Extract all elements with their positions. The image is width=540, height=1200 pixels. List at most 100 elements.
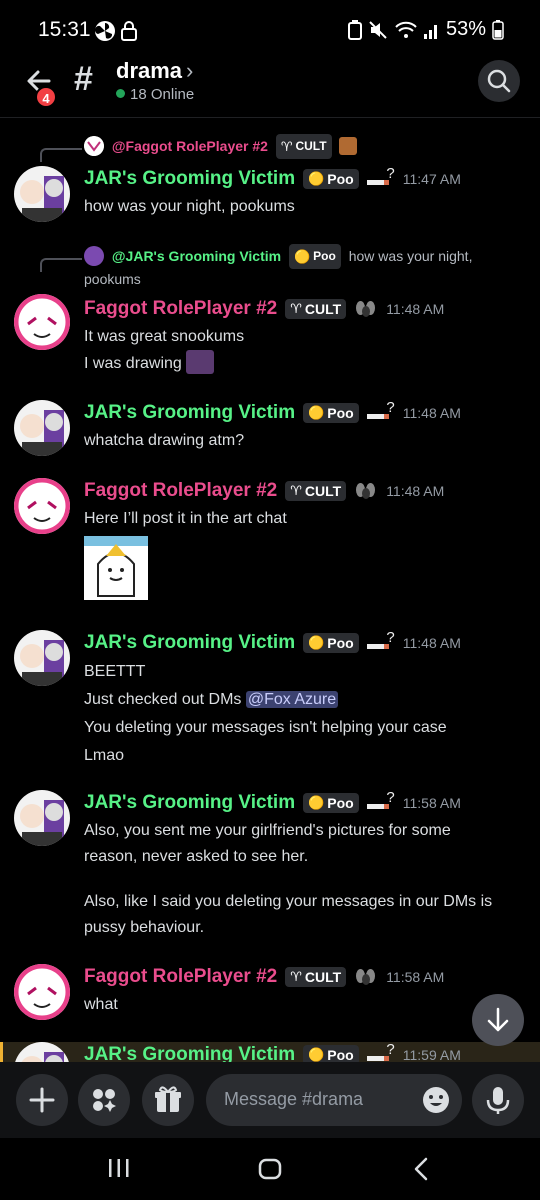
message-text: what: [84, 996, 118, 1013]
reply-preview[interactable]: @JAR's Grooming Victim 🟡 Poo how was your…: [84, 244, 524, 290]
cigarette-question-icon: ?: [366, 789, 395, 813]
message-text: Also, you sent me your girlfriend's pict…: [84, 822, 493, 936]
message-header: JAR's Grooming Victim 🟡 Poo ? 11:59 AM: [84, 1041, 461, 1062]
goat-emoji-icon: ♈: [290, 969, 302, 984]
reply-author: @Faggot RolePlayer #2: [111, 138, 268, 154]
add-button[interactable]: [16, 1074, 68, 1126]
drawing-emoji-icon: [186, 349, 215, 374]
fly-emoji-icon: [354, 481, 378, 501]
status-bar: 15:31 53%: [0, 0, 540, 56]
timestamp: 11:58 AM: [402, 795, 461, 811]
poo-emoji-icon: 🟡: [308, 635, 325, 650]
username[interactable]: Faggot RolePlayer #2: [84, 966, 277, 988]
wifi-icon: [395, 21, 417, 38]
fly-emoji-icon: [354, 967, 378, 987]
chevron-right-icon[interactable]: ›: [186, 58, 193, 84]
apps-icon: [93, 1089, 116, 1112]
home-icon[interactable]: [256, 1156, 284, 1182]
unread-badge: 4: [35, 86, 57, 108]
poo-tag: 🟡 Poo: [303, 169, 359, 189]
jump-to-bottom-button[interactable]: [472, 994, 524, 1046]
username[interactable]: JAR's Grooming Victim: [84, 402, 295, 424]
cult-tag: ♈ CULT: [285, 481, 347, 501]
poo-emoji-icon: 🟡: [308, 171, 325, 186]
username[interactable]: Faggot RolePlayer #2: [84, 298, 277, 320]
poo-tag: 🟡 Poo: [303, 403, 359, 423]
channel-header: 4 # drama › 18 Online: [0, 56, 540, 118]
message-list[interactable]: @Faggot RolePlayer #2 ♈ CULT JAR's Groomi…: [0, 118, 540, 1062]
reply-preview[interactable]: @Faggot RolePlayer #2 ♈ CULT: [84, 134, 358, 159]
goat-emoji-icon: ♈: [280, 139, 293, 154]
cigarette-question-icon: ?: [366, 165, 395, 189]
message-text: whatcha drawing atm?: [84, 432, 245, 449]
timestamp: 11:48 AM: [402, 635, 461, 651]
nav-back-icon[interactable]: [410, 1156, 434, 1182]
status-time: 15:31: [38, 18, 91, 41]
lock-icon: [121, 21, 137, 41]
message-header: Faggot RolePlayer #2 ♈ CULT 11:58 AM: [84, 966, 444, 988]
message-header: JAR's Grooming Victim 🟡 Poo ? 11:48 AM: [84, 629, 461, 654]
message-composer: Message #drama: [0, 1062, 540, 1138]
emoji-icon[interactable]: [420, 1084, 452, 1116]
avatar[interactable]: [14, 964, 70, 1020]
message-text: It was great snookums I was drawing: [84, 328, 245, 374]
message-header: JAR's Grooming Victim 🟡 Poo ? 11:48 AM: [84, 399, 461, 424]
cat-emoji-icon: [339, 137, 358, 155]
image-attachment[interactable]: [84, 536, 148, 600]
avatar[interactable]: [14, 478, 70, 534]
avatar[interactable]: [14, 166, 70, 222]
voice-button[interactable]: [472, 1074, 524, 1126]
avatar[interactable]: [14, 790, 70, 846]
username[interactable]: JAR's Grooming Victim: [84, 792, 295, 814]
timestamp: 11:59 AM: [402, 1047, 461, 1062]
cigarette-question-icon: ?: [366, 629, 395, 653]
message-text: BEETTT Just checked out DMs @Fox Azure Y…: [84, 663, 447, 764]
online-count: 18 Online: [116, 86, 194, 103]
cult-tag: ♈ CULT: [285, 967, 347, 987]
username[interactable]: JAR's Grooming Victim: [84, 168, 295, 190]
channel-name[interactable]: drama: [116, 58, 182, 84]
message-input[interactable]: Message #drama: [206, 1074, 462, 1126]
avatar[interactable]: [14, 400, 70, 456]
message-header: Faggot RolePlayer #2 ♈ CULT 11:48 AM: [84, 480, 444, 502]
status-right: 53%: [347, 18, 504, 41]
fly-emoji-icon: [354, 299, 378, 319]
timestamp: 11:48 AM: [402, 405, 461, 421]
username[interactable]: JAR's Grooming Victim: [84, 632, 295, 654]
user-mention[interactable]: @Fox Azure: [245, 691, 339, 708]
poo-emoji-icon: 🟡: [293, 249, 311, 264]
search-icon: [487, 69, 511, 93]
poo-tag: 🟡 Poo: [303, 793, 359, 813]
message-header: Faggot RolePlayer #2 ♈ CULT 11:48 AM: [84, 298, 444, 320]
cigarette-question-icon: ?: [366, 399, 395, 423]
message-text: how was your night, pookums: [84, 198, 295, 215]
reply-connector: [40, 258, 82, 272]
timestamp: 11:47 AM: [402, 171, 461, 187]
signal-icon: [423, 24, 437, 39]
battery-percent: 53%: [445, 18, 486, 40]
avatar[interactable]: [14, 630, 70, 686]
battery-saver-icon: [347, 19, 362, 40]
username[interactable]: Faggot RolePlayer #2: [84, 480, 277, 502]
poo-emoji-icon: 🟡: [308, 405, 325, 420]
mute-icon: [369, 20, 387, 39]
avatar-mini: [84, 136, 104, 156]
apps-button[interactable]: [78, 1074, 130, 1126]
arrow-down-icon: [487, 1007, 509, 1032]
online-dot-icon: [116, 89, 125, 98]
search-button[interactable]: [478, 60, 520, 102]
poo-emoji-icon: 🟡: [308, 1047, 325, 1062]
cult-tag: ♈ CULT: [275, 134, 332, 159]
reply-connector: [40, 148, 82, 162]
timestamp: 11:58 AM: [386, 969, 445, 985]
avatar[interactable]: [14, 294, 70, 350]
cigarette-question-icon: ?: [366, 1041, 395, 1062]
gift-button[interactable]: [142, 1074, 194, 1126]
avatar-mini: [84, 246, 104, 266]
poo-tag: 🟡 Poo: [288, 244, 341, 269]
username[interactable]: JAR's Grooming Victim: [84, 1044, 295, 1062]
fan-icon: [94, 21, 115, 41]
reply-author: @JAR's Grooming Victim: [111, 248, 282, 264]
goat-emoji-icon: ♈: [290, 301, 302, 316]
recent-apps-icon[interactable]: [106, 1156, 132, 1180]
